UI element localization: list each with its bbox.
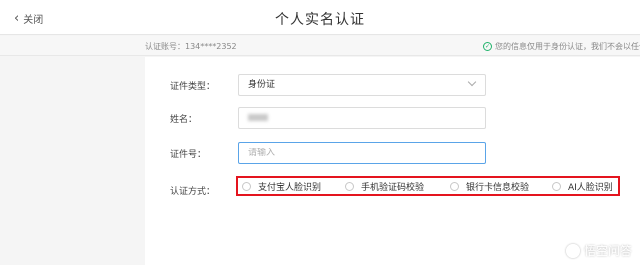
info-bar: 认证账号：134****2352 ✓ 您的信息仅用于身份认证，我们不会以任何 <box>0 36 640 56</box>
method-option-label: 支付宝人脸识别 <box>258 183 322 193</box>
privacy-note-text: 您的信息仅用于身份认证，我们不会以任何 <box>495 42 640 51</box>
page-title: 个人实名认证 <box>275 12 365 28</box>
id-type-label: 证件类型： <box>170 82 216 92</box>
id-number-row: 证件号： <box>145 142 640 164</box>
id-number-field[interactable] <box>238 142 486 164</box>
wukong-logo-icon <box>565 243 580 258</box>
id-type-select[interactable]: 身份证 <box>238 74 486 96</box>
id-type-row: 证件类型： 身份证 <box>145 74 640 96</box>
method-option-label: AI人脸识别 <box>568 183 613 193</box>
radio-button[interactable] <box>552 182 561 191</box>
method-option-label: 手机验证码校验 <box>361 183 425 193</box>
name-label: 姓名： <box>170 115 198 125</box>
check-circle-icon: ✓ <box>483 42 492 51</box>
watermark: 悟空问答 <box>565 242 632 259</box>
method-option-ai-face[interactable]: AI人脸识别 <box>552 180 613 193</box>
method-label: 认证方式： <box>170 187 216 197</box>
account-number: 认证账号：134****2352 <box>145 42 237 51</box>
radio-button[interactable] <box>450 182 459 191</box>
name-row: 姓名： <box>145 107 640 129</box>
method-options-highlight: 支付宝人脸识别 手机验证码校验 银行卡信息校验 AI人脸识别 <box>236 176 620 196</box>
redacted-name <box>248 114 268 121</box>
id-type-value: 身份证 <box>248 80 276 90</box>
id-number-label: 证件号： <box>170 150 207 160</box>
verification-form: 证件类型： 身份证 姓名： 证件号： 认证方式： 支付宝人脸识别 手机验证码校验 <box>145 57 640 265</box>
name-input[interactable] <box>238 107 486 129</box>
watermark-text: 悟空问答 <box>583 244 632 258</box>
method-option-bank-card[interactable]: 银行卡信息校验 <box>450 180 529 193</box>
radio-button[interactable] <box>242 182 251 191</box>
id-number-input[interactable] <box>248 148 468 158</box>
method-option-label: 银行卡信息校验 <box>466 183 530 193</box>
privacy-note: ✓ 您的信息仅用于身份认证，我们不会以任何 <box>483 41 640 52</box>
method-option-sms-code[interactable]: 手机验证码校验 <box>345 180 424 193</box>
radio-button[interactable] <box>345 182 354 191</box>
method-row: 认证方式： 支付宝人脸识别 手机验证码校验 银行卡信息校验 AI人脸识别 <box>145 176 640 201</box>
chevron-down-icon <box>467 77 477 87</box>
method-option-alipay-face[interactable]: 支付宝人脸识别 <box>242 180 321 193</box>
top-bar: ‹ 关闭 个人实名认证 <box>0 0 640 35</box>
